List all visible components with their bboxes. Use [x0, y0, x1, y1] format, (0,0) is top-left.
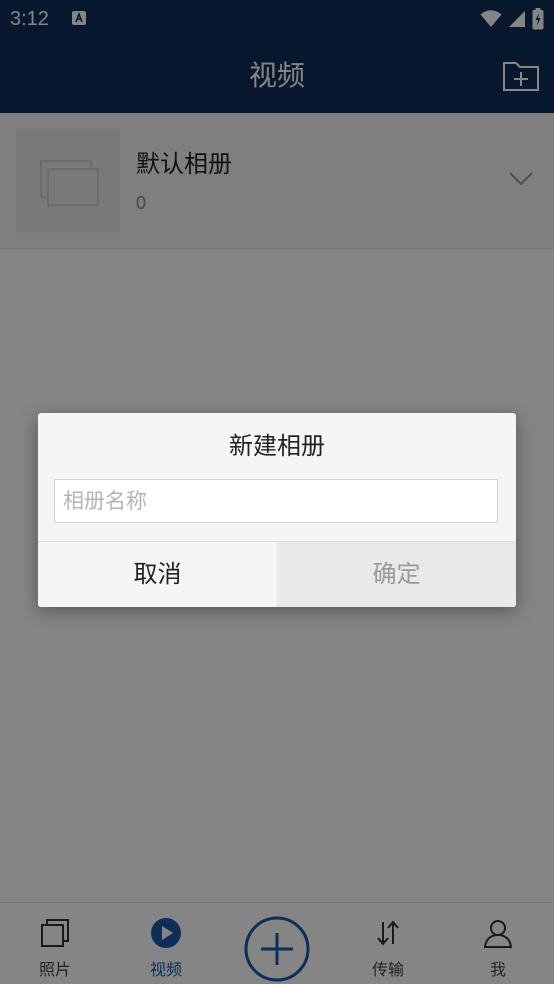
- cancel-button[interactable]: 取消: [38, 542, 277, 607]
- dialog-title: 新建相册: [229, 432, 325, 460]
- confirm-button[interactable]: 确定: [277, 542, 516, 607]
- new-album-dialog: 新建相册 取消 确定: [38, 413, 516, 607]
- album-name-input[interactable]: [54, 479, 498, 523]
